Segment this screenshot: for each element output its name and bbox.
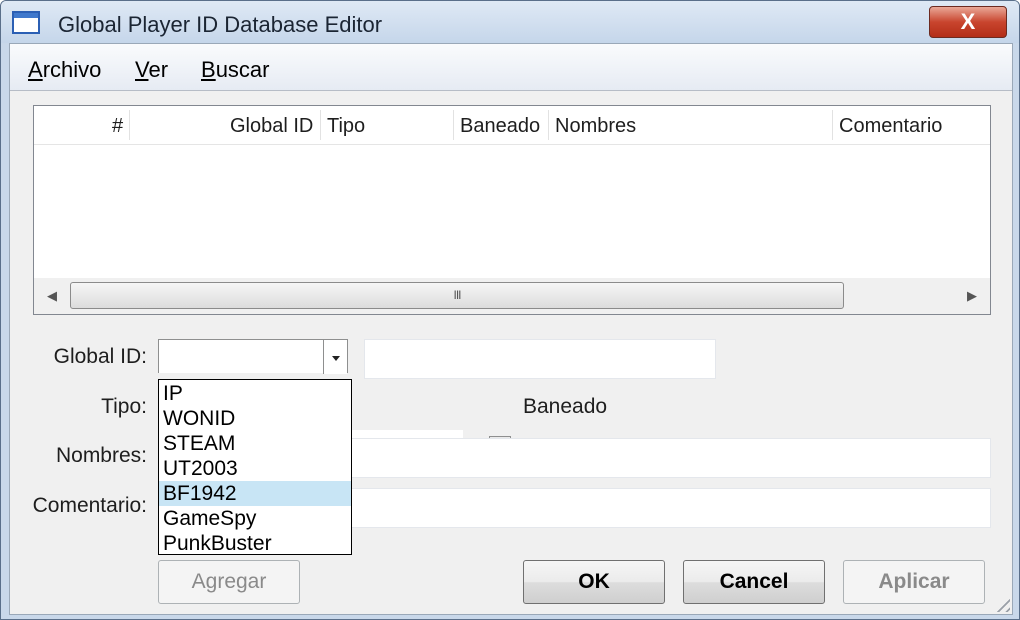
dropdown-option[interactable]: UT2003 [159,456,351,481]
menu-bar: Archivo Ver Buscar [10,44,1012,91]
comentario-label: Comentario: [32,494,147,517]
column-header-global-id[interactable]: Global ID [230,115,313,138]
title-bar[interactable]: Global Player ID Database Editor X [1,1,1019,43]
scroll-right-icon[interactable]: ▶ [954,284,990,308]
horizontal-scrollbar[interactable]: ◀ III ▶ [34,278,990,314]
window-title: Global Player ID Database Editor [58,12,383,37]
column-header-tipo[interactable]: Tipo [327,115,365,138]
column-separator[interactable] [548,110,549,140]
column-header-nombres[interactable]: Nombres [555,115,636,138]
close-button[interactable]: X [929,6,1007,38]
column-separator[interactable] [320,110,321,140]
baneado-label[interactable]: Baneado [523,395,607,419]
column-separator[interactable] [129,110,130,140]
agregar-button[interactable]: Agregar [158,560,300,604]
client-area: Archivo Ver Buscar # Global ID Tipo Bane… [9,43,1013,615]
tipo-dropdown-list[interactable]: IP WONID STEAM UT2003 BF1942 GameSpy Pun… [158,379,352,555]
column-header-baneado[interactable]: Baneado [460,115,540,138]
cancel-button[interactable]: Cancel [683,560,825,604]
column-separator[interactable] [832,110,833,140]
column-header-comentario[interactable]: Comentario [839,115,942,138]
dropdown-option[interactable]: STEAM [159,431,351,456]
chevron-down-icon [331,356,340,361]
resize-grip-icon[interactable] [992,594,1010,612]
scroll-thumb[interactable]: III [70,282,844,309]
dropdown-option[interactable]: WONID [159,406,351,431]
comentario-field[interactable] [351,488,991,528]
window-icon [12,11,40,34]
dropdown-option[interactable]: IP [159,381,351,406]
global-id-text-field[interactable] [364,339,716,379]
menu-archivo[interactable]: Archivo [28,57,101,83]
editor-window: Global Player ID Database Editor X Archi… [0,0,1020,620]
global-id-dropdown-button[interactable] [323,340,347,374]
aplicar-button[interactable]: Aplicar [843,560,985,604]
column-separator[interactable] [453,110,454,140]
nombres-label: Nombres: [55,444,147,467]
menu-buscar[interactable]: Buscar [201,57,269,83]
dropdown-option[interactable]: PunkBuster [159,531,351,556]
tipo-label: Tipo: [101,395,147,418]
ok-button[interactable]: OK [523,560,665,604]
list-header: # Global ID Tipo Baneado Nombres Comenta… [34,106,990,145]
nombres-field[interactable] [351,438,991,478]
global-id-combo[interactable] [158,339,348,374]
dropdown-option-selected[interactable]: BF1942 [159,481,351,506]
menu-ver[interactable]: Ver [135,57,168,83]
column-header-number[interactable]: # [112,115,123,138]
scroll-left-icon[interactable]: ◀ [34,284,70,308]
dropdown-option[interactable]: GameSpy [159,506,351,531]
player-list[interactable]: # Global ID Tipo Baneado Nombres Comenta… [33,105,991,315]
global-id-label: Global ID: [53,345,147,368]
